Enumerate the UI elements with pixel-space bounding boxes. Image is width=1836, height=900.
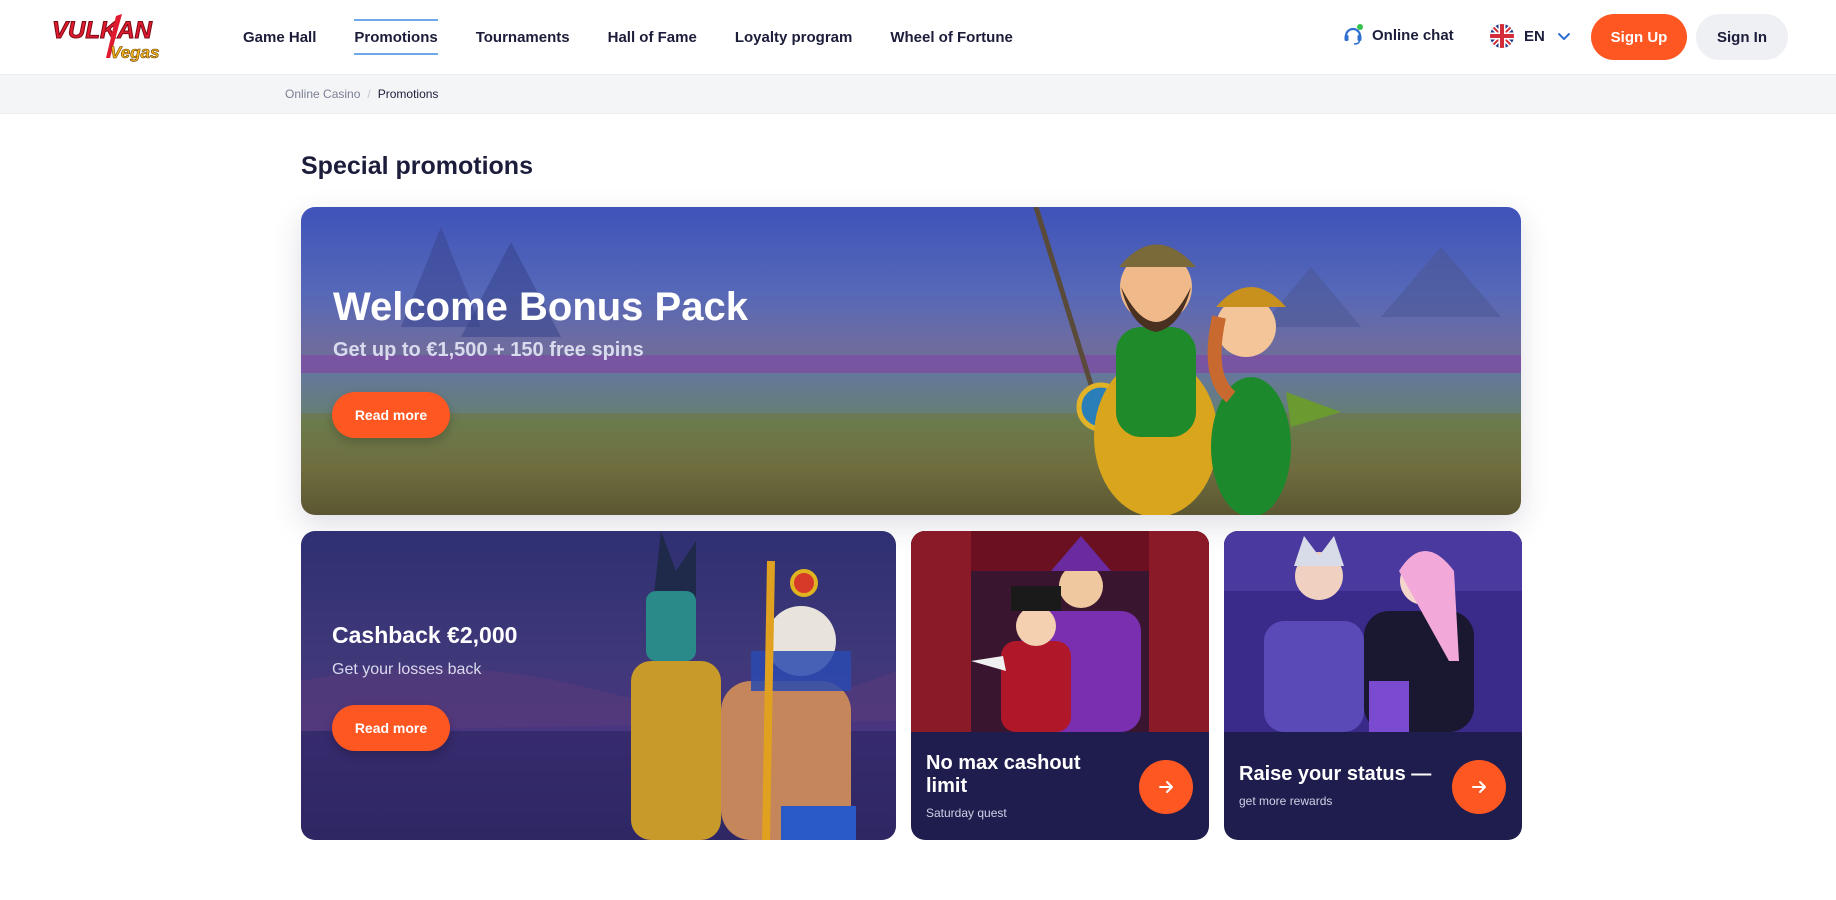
welcome-bonus-subtitle: Get up to €1,500 + 150 free spins	[333, 339, 644, 361]
cashout-arrow-button[interactable]	[1139, 760, 1193, 814]
cashout-title-line1: No max cashout	[926, 752, 1081, 774]
nav-promotions[interactable]: Promotions	[337, 0, 454, 74]
svg-text:Vegas: Vegas	[110, 43, 159, 62]
nav-loyalty-program[interactable]: Loyalty program	[718, 0, 870, 74]
cashback-subtitle: Get your losses back	[332, 661, 482, 678]
cashback-title: Cashback €2,000	[332, 622, 518, 648]
svg-text:VULKAN: VULKAN	[52, 17, 153, 44]
breadcrumb-bar: Online Casino / Promotions	[0, 74, 1836, 114]
cashout-card-artwork	[911, 531, 1209, 732]
main-nav: Game Hall Promotions Tournaments Hall of…	[226, 0, 1034, 74]
nav-wheel-of-fortune[interactable]: Wheel of Fortune	[873, 0, 1030, 74]
nav-tournaments[interactable]: Tournaments	[459, 0, 587, 74]
cashback-read-more-button[interactable]: Read more	[332, 705, 450, 751]
status-subtitle: get more rewards	[1239, 794, 1333, 808]
cashout-title-line2: limit	[926, 775, 968, 797]
welcome-bonus-banner[interactable]: Welcome Bonus Pack Get up to €1,500 + 15…	[301, 207, 1521, 515]
raise-status-card[interactable]: Raise your status — get more rewards	[1224, 531, 1522, 840]
sign-up-button[interactable]: Sign Up	[1591, 14, 1687, 60]
online-chat-label: Online chat	[1372, 26, 1454, 44]
breadcrumb: Online Casino / Promotions	[285, 87, 438, 101]
online-status-dot	[1357, 24, 1363, 30]
breadcrumb-home-link[interactable]: Online Casino	[285, 87, 360, 101]
headset-icon	[1342, 24, 1364, 46]
site-header: VULKAN Vegas Game Hall Promotions Tourna…	[0, 0, 1836, 74]
online-chat-button[interactable]: Online chat	[1342, 24, 1454, 46]
language-label: EN	[1524, 27, 1545, 45]
breadcrumb-current: Promotions	[377, 87, 439, 101]
status-title: Raise your status —	[1239, 763, 1432, 785]
cashback-card[interactable]: Cashback €2,000 Get your losses back Rea…	[301, 531, 896, 840]
welcome-read-more-button[interactable]: Read more	[332, 392, 450, 438]
sign-in-button[interactable]: Sign In	[1696, 14, 1788, 60]
status-arrow-button[interactable]	[1452, 760, 1506, 814]
status-card-artwork	[1224, 531, 1522, 732]
cashback-card-artwork	[301, 531, 896, 840]
nav-hall-of-fame[interactable]: Hall of Fame	[591, 0, 714, 74]
language-selector[interactable]: EN	[1490, 24, 1571, 48]
cashout-subtitle: Saturday quest	[926, 806, 1007, 820]
cashout-title: No max cashout limit	[926, 752, 1080, 798]
arrow-right-icon	[1472, 781, 1486, 793]
chevron-down-icon	[1557, 33, 1570, 40]
welcome-bonus-title: Welcome Bonus Pack	[333, 285, 748, 329]
page-title: Special promotions	[301, 152, 533, 180]
vulkan-vegas-logo[interactable]: VULKAN Vegas	[50, 12, 168, 64]
uk-flag-icon	[1490, 24, 1514, 48]
breadcrumb-separator: /	[367, 87, 371, 101]
nav-game-hall[interactable]: Game Hall	[226, 0, 333, 74]
arrow-right-icon	[1159, 781, 1173, 793]
no-max-cashout-card[interactable]: No max cashout limit Saturday quest	[911, 531, 1209, 840]
